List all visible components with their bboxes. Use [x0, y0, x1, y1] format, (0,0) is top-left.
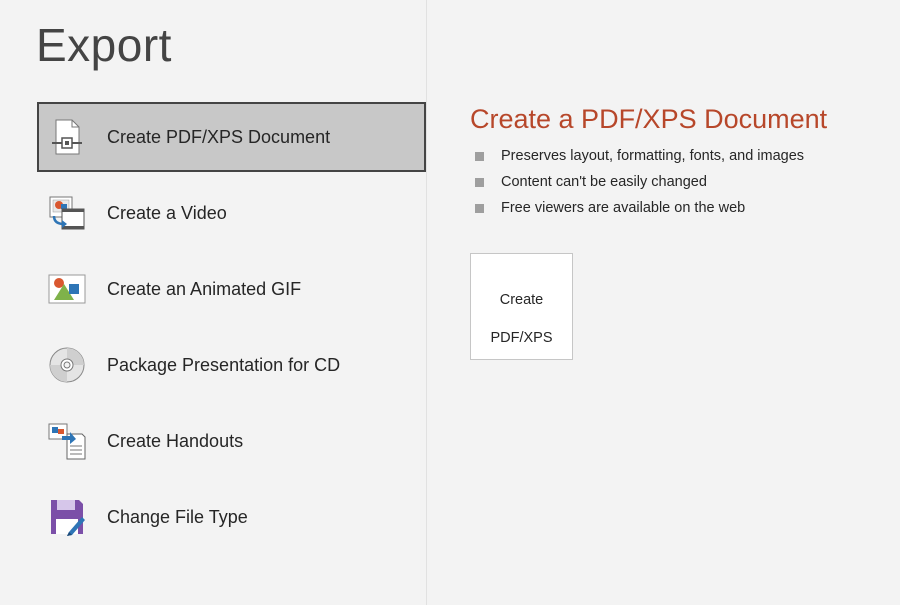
option-change-file-type[interactable]: Change File Type [37, 482, 426, 552]
export-detail-pane: Create a PDF/XPS Document Preserves layo… [470, 104, 890, 360]
video-icon [48, 194, 86, 232]
animated-gif-icon [48, 270, 86, 308]
option-package-presentation-cd[interactable]: Package Presentation for CD [37, 330, 426, 400]
option-label: Change File Type [107, 506, 248, 527]
feature-list: Preserves layout, formatting, fonts, and… [470, 143, 890, 221]
bullet-icon [475, 178, 484, 187]
button-label-line: PDF/XPS [490, 330, 553, 346]
bullet-icon [475, 204, 484, 213]
cd-icon [48, 346, 86, 384]
detail-title: Create a PDF/XPS Document [470, 104, 828, 134]
option-create-handouts[interactable]: Create Handouts [37, 406, 426, 476]
option-label: Package Presentation for CD [107, 354, 341, 375]
option-label: Create a Video [107, 202, 227, 223]
handouts-icon [48, 422, 86, 460]
option-label: Create an Animated GIF [107, 278, 302, 299]
option-create-pdf-xps[interactable]: Create PDF/XPS Document [37, 102, 426, 172]
export-option-list: Create PDF/XPS Document Create a Video C… [37, 102, 426, 558]
option-create-animated-gif[interactable]: Create an Animated GIF [37, 254, 426, 324]
feature-text: Preserves layout, formatting, fonts, and… [501, 148, 805, 164]
option-create-video[interactable]: Create a Video [37, 178, 426, 248]
export-options-pane: Export Create PDF/XPS Document Create a … [0, 0, 427, 605]
pdf-document-icon [48, 118, 86, 156]
list-item: Free viewers are available on the web [470, 195, 890, 221]
option-label: Create Handouts [107, 430, 244, 451]
list-item: Preserves layout, formatting, fonts, and… [470, 143, 890, 169]
create-pdf-xps-button[interactable]: Create PDF/XPS [470, 253, 573, 360]
option-label: Create PDF/XPS Document [107, 126, 331, 147]
save-disk-icon [48, 498, 86, 536]
feature-text: Content can't be easily changed [501, 174, 707, 190]
feature-text: Free viewers are available on the web [501, 200, 746, 216]
list-item: Content can't be easily changed [470, 169, 890, 195]
bullet-icon [475, 152, 484, 161]
page-title: Export [36, 19, 172, 71]
button-label-line: Create [499, 292, 544, 308]
create-pdf-xps-label: Create PDF/XPS [490, 272, 552, 367]
